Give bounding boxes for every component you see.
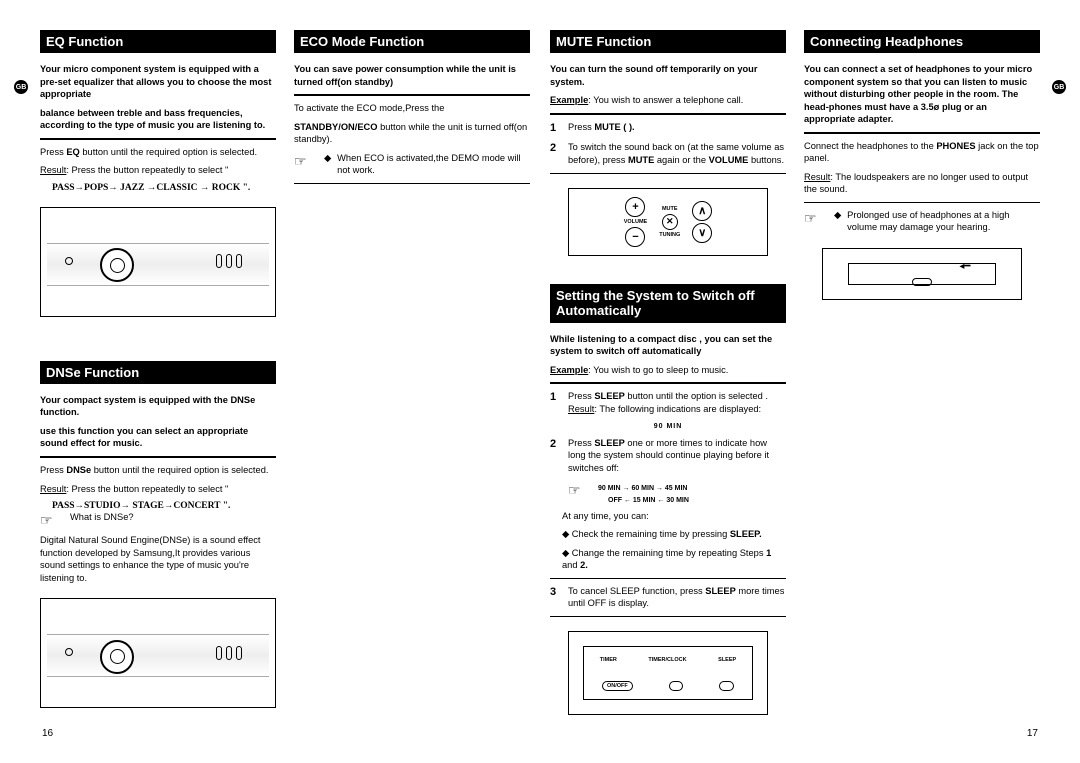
eco-note: ☞◆When ECO is activated,the DEMO mode wi… — [294, 152, 530, 177]
eq-intro1: Your micro component system is equipped … — [40, 63, 276, 101]
mute-s2: 2To switch the sound back on (at the sam… — [550, 141, 786, 166]
col-left-2: ECO Mode Function You can save power con… — [294, 30, 530, 722]
dnse-device-figure — [40, 598, 276, 708]
sleep-title: Setting the System to Switch off Automat… — [550, 284, 786, 323]
head-note: ☞◆Prolonged use of headphones at a high … — [804, 209, 1040, 234]
head-step: Connect the headphones to the PHONES jac… — [804, 140, 1040, 165]
mute-title: MUTE Function — [550, 30, 786, 53]
col-right-1: MUTE Function You can turn the sound off… — [550, 30, 786, 729]
sleep-s1: 1 Press SLEEP button until the option is… — [550, 390, 786, 415]
eco-step2: STANDBY/ON/ECO button while the unit is … — [294, 121, 530, 146]
head-intro: You can connect a set of headphones to y… — [804, 63, 1040, 126]
sleep-remote-figure: TIMER TIMER/CLOCK SLEEP ON/OFF — [568, 631, 768, 715]
sleep-intro: While listening to a compact disc , you … — [550, 333, 786, 358]
dnse-step: Press DNSe button until the required opt… — [40, 464, 276, 477]
head-title: Connecting Headphones — [804, 30, 1040, 53]
dnse-intro1: Your compact system is equipped with the… — [40, 394, 276, 419]
sleep-display: 90 MIN — [550, 422, 786, 431]
sleep-example: Example: You wish to go to sleep to musi… — [550, 364, 786, 377]
head-figure: ◂━ — [822, 248, 1022, 300]
eq-device-figure — [40, 207, 276, 317]
dnse-result: Result: Press the button repeatedly to s… — [40, 483, 276, 496]
mute-example: Example: You wish to answer a telephone … — [550, 94, 786, 107]
page-16: GB EQ Function Your micro component syst… — [0, 0, 540, 763]
eco-title: ECO Mode Function — [294, 30, 530, 53]
mute-remote-figure: +VOLUME− MUTE✕TUNING ∧∨ — [568, 188, 768, 256]
dnse-desc: Digital Natural Sound Engine(DNSe) is a … — [40, 534, 276, 584]
eq-result: Result: Press the button repeatedly to s… — [40, 164, 276, 177]
eq-step: Press EQ button until the required optio… — [40, 146, 276, 159]
sleep-b2: ◆ Change the remaining time by repeating… — [550, 547, 786, 572]
mute-intro: You can turn the sound off temporarily o… — [550, 63, 786, 88]
page-17: GB MUTE Function You can turn the sound … — [540, 0, 1080, 763]
page-number-17: 17 — [1027, 728, 1038, 739]
eq-sequence: PASS→POPS→ JAZZ →CLASSIC → ROCK ". — [40, 183, 276, 193]
col-left-1: EQ Function Your micro component system … — [40, 30, 276, 722]
eco-step1: To activate the ECO mode,Press the — [294, 102, 530, 115]
eq-intro2: balance between treble and bass frequenc… — [40, 107, 276, 132]
dnse-sequence: PASS→STUDIO→ STAGE→CONCERT ". — [40, 501, 276, 511]
page-spread: GB EQ Function Your micro component syst… — [0, 0, 1080, 763]
sleep-any: At any time, you can: — [550, 510, 786, 523]
dnse-title: DNSe Function — [40, 361, 276, 384]
page-number-16: 16 — [42, 728, 53, 739]
language-badge-r: GB — [1052, 80, 1066, 94]
sleep-s2: 2 Press SLEEP one or more times to indic… — [550, 437, 786, 475]
dnse-q: ☞What is DNSe? — [40, 511, 276, 530]
dnse-intro2: use this function you can select an appr… — [40, 425, 276, 450]
language-badge: GB — [14, 80, 28, 94]
eco-intro: You can save power consumption while the… — [294, 63, 530, 88]
eq-title: EQ Function — [40, 30, 276, 53]
col-right-2: Connecting Headphones You can connect a … — [804, 30, 1040, 729]
sleep-b1: ◆ Check the remaining time by pressing S… — [550, 528, 786, 541]
sleep-seq: ☞ 90 MIN → 60 MIN → 45 MIN OFF ← 15 MIN … — [550, 481, 786, 506]
sleep-s3: 3 To cancel SLEEP function, press SLEEP … — [550, 585, 786, 610]
head-result: Result: The loudspeakers are no longer u… — [804, 171, 1040, 196]
mute-s1: 1Press MUTE ( ). — [550, 121, 786, 136]
